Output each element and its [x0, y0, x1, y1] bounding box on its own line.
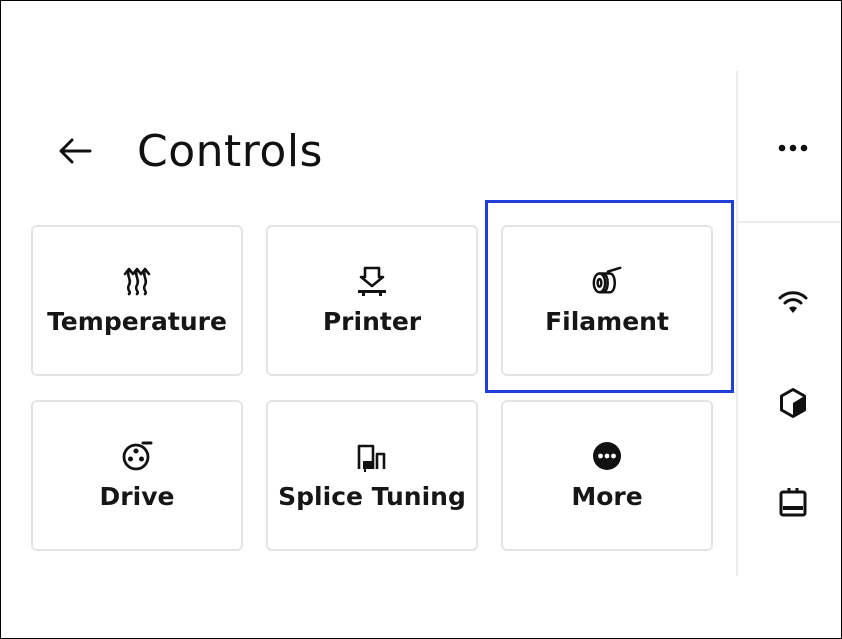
back-button[interactable] [53, 129, 97, 173]
tile-splice-tuning[interactable]: Splice Tuning [266, 400, 478, 551]
wifi-status-button[interactable] [773, 282, 813, 322]
tile-label: Drive [99, 482, 175, 511]
controls-screen: Controls Temperature Printer Filament Dr… [0, 0, 842, 639]
sidebar-separator [738, 221, 841, 223]
print-head-icon [356, 265, 388, 297]
splice-tuning-icon [356, 440, 388, 472]
wifi-icon [778, 291, 808, 313]
filament-spool-icon [591, 265, 623, 297]
tile-label: Filament [545, 307, 669, 336]
arrow-left-icon [59, 138, 92, 164]
page-title: Controls [137, 125, 323, 177]
more-circle-icon [591, 440, 623, 472]
tile-drive[interactable]: Drive [31, 400, 243, 551]
page-header: Controls [53, 119, 323, 183]
cube-icon [780, 388, 806, 418]
heat-waves-icon [121, 265, 153, 297]
tile-printer[interactable]: Printer [266, 225, 478, 376]
tile-temperature[interactable]: Temperature [31, 225, 243, 376]
tile-label: More [571, 482, 643, 511]
more-dots-icon [778, 144, 808, 152]
drive-gear-icon [121, 440, 153, 472]
cube-status-button[interactable] [773, 383, 813, 423]
more-options-button[interactable] [773, 128, 813, 168]
printer-bed-button[interactable] [773, 482, 813, 522]
tile-filament[interactable]: Filament [501, 225, 713, 376]
tile-label: Splice Tuning [278, 482, 466, 511]
sidebar-divider [736, 71, 738, 576]
tile-more[interactable]: More [501, 400, 713, 551]
tile-label: Temperature [47, 307, 227, 336]
controls-grid: Temperature Printer Filament Drive Splic… [31, 225, 716, 556]
tile-label: Printer [322, 307, 422, 336]
printer-bed-icon [779, 488, 807, 517]
